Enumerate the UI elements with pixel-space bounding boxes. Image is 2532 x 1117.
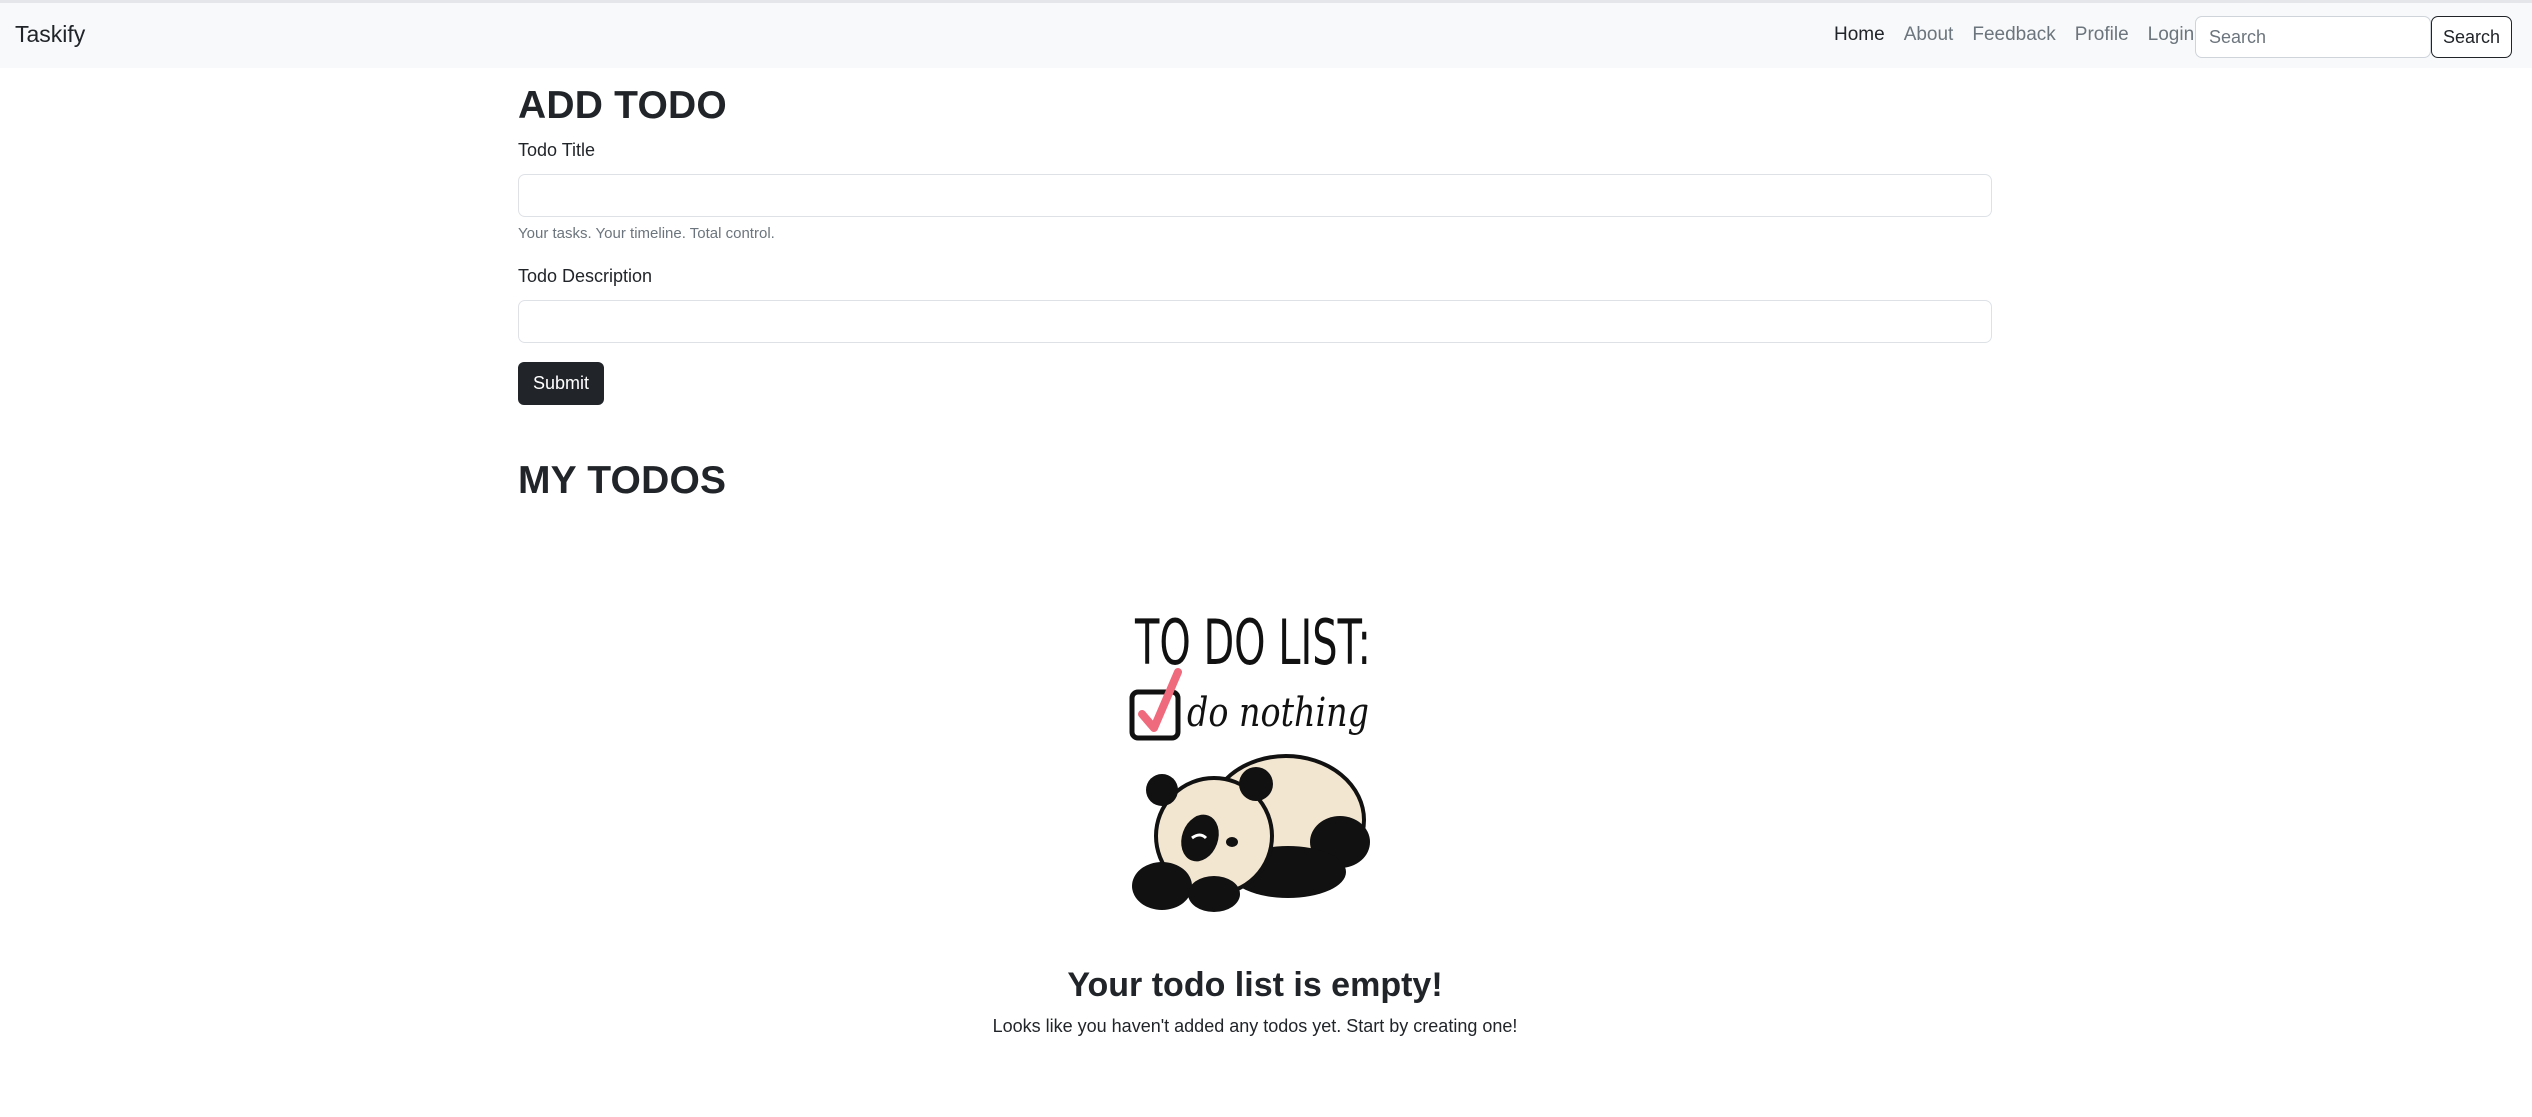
search-input[interactable] bbox=[2195, 16, 2431, 58]
add-todo-heading: ADD TODO bbox=[518, 84, 727, 127]
todo-title-help: Your tasks. Your timeline. Total control… bbox=[518, 225, 775, 242]
todo-title-input[interactable] bbox=[518, 174, 1992, 217]
todo-description-label: Todo Description bbox=[518, 266, 653, 286]
checked-box-icon bbox=[1129, 668, 1182, 741]
sleeping-panda-icon bbox=[1132, 754, 1370, 912]
my-todos-heading: MY TODOS bbox=[518, 459, 727, 502]
search-button[interactable]: Search bbox=[2431, 16, 2512, 58]
nav-links: Home About Feedback Profile Login bbox=[1834, 24, 2213, 46]
brand-logo[interactable]: Taskify bbox=[15, 21, 85, 48]
nav-link-profile[interactable]: Profile bbox=[2075, 24, 2129, 46]
todo-description-input[interactable] bbox=[518, 300, 1992, 343]
submit-button[interactable]: Submit bbox=[518, 362, 604, 405]
empty-list-illustration: TO DO LIST: do nothing bbox=[1129, 606, 1371, 912]
empty-state-title: Your todo list is empty! bbox=[1067, 966, 1443, 1004]
nav-link-home[interactable]: Home bbox=[1834, 24, 1885, 46]
todo-title-label: Todo Title bbox=[518, 140, 596, 160]
illustration-subtitle: do nothing bbox=[1187, 690, 1369, 736]
nav-link-login[interactable]: Login bbox=[2148, 24, 2195, 46]
navbar: Taskify Home About Feedback Profile Logi… bbox=[0, 0, 2532, 68]
nav-link-about[interactable]: About bbox=[1904, 24, 1954, 46]
illustration-title: TO DO LIST: bbox=[1134, 606, 1371, 679]
nav-link-feedback[interactable]: Feedback bbox=[1972, 24, 2055, 46]
empty-state-text: Looks like you haven't added any todos y… bbox=[992, 1016, 1518, 1036]
